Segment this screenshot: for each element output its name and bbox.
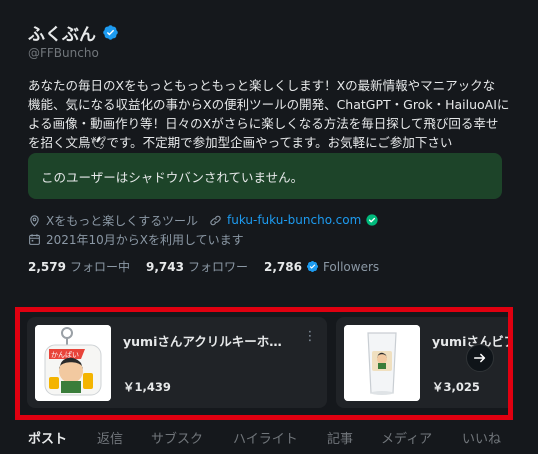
product-card[interactable]: かんぱい yumiさんアクリルキーホ… ￥1,439 ⋮ [27,317,327,408]
bio-line: を招く文鳥🕊です。不定期で参加型企画やってます。お気軽にご参加下さい [28,135,453,150]
following-label: フォロー中 [69,260,130,274]
tab-likes[interactable]: いいね [462,428,501,447]
tab-articles[interactable]: 記事 [327,428,353,447]
verified-followers-count: 2,786 [263,259,302,274]
shadowban-notice: このユーザーはシャドウバンされていません。 [28,153,502,199]
product-title: yumiさんアクリルキーホ… [123,334,282,349]
following-count: 2,579 [28,259,66,274]
notice-text: このユーザーはシャドウバンされていません。 [41,169,304,185]
profile-header: ふくぶん @FFBuncho あなたの毎日のXをもっともっともっと楽しくします！… [28,20,510,152]
following-stat[interactable]: 2,579 フォロー中 [28,258,130,275]
svg-text:かんぱい: かんぱい [51,351,79,359]
profile-meta: Xをもっと楽しくするツール fuku-fuku-buncho.com 2021年… [28,211,378,248]
followers-stat[interactable]: 9,743 フォロワー [146,258,248,275]
verified-badge-icon [306,260,318,273]
link-icon [210,215,221,225]
name-row: ふくぶん [28,20,508,45]
handle: @FFBuncho [28,46,99,60]
carousel-next-button[interactable] [466,344,494,372]
website-link[interactable]: fuku-fuku-buncho.com [227,213,361,227]
tab-highlights[interactable]: ハイライト [233,428,298,447]
product-image: かんぱい [35,325,111,401]
profile-tabs: ポスト 返信 サブスク ハイライト 記事 メディア いいね [0,420,538,454]
product-image [344,325,420,401]
arrow-right-icon [473,353,486,363]
bio-line: あなたの毎日のXをもっともっともっと楽しくします！Xの最新情報やマニアックな [28,78,496,93]
verified-followers-label: Followers [322,259,380,274]
tab-media[interactable]: メディア [381,428,432,447]
beer-glass-image [344,325,420,401]
category-row: Xをもっと楽しくするツール fuku-fuku-buncho.com [28,211,378,229]
tab-subscriptions[interactable]: サブスク [151,428,203,447]
bio-line: 機能、気になる収益化の事からXの便利ツールの開発、ChatGPT・Grok・Ha… [28,97,510,112]
product-price: ￥3,025 [432,380,480,394]
display-name: ふくぶん [28,24,96,45]
calendar-icon [29,233,40,245]
bio-line: よる画像・動画作り等！日々のXがさらに楽しくなる方法を毎日探して飛び回る幸せ [28,116,499,131]
tab-posts[interactable]: ポスト [28,428,67,447]
verified-link-check-icon [366,214,378,226]
location-pin-icon [30,214,39,227]
joined-row: 2021年10月からXを利用しています [28,230,378,248]
shop-carousel: かんぱい yumiさんアクリルキーホ… ￥1,439 ⋮ yumiさんビア ￥3… [20,312,508,415]
product-price: ￥1,439 [123,380,171,394]
joined-text: 2021年10月からXを利用しています [46,232,244,247]
tab-replies[interactable]: 返信 [97,428,123,447]
follow-stats: 2,579 フォロー中 9,743 フォロワー 2,786 Followers [28,258,395,275]
category-text: Xをもっと楽しくするツール [46,213,198,228]
more-options-icon[interactable]: ⋮ [303,329,317,344]
followers-label: フォロワー [187,260,248,274]
verified-followers-stat[interactable]: 2,786 Followers [264,260,379,274]
followers-count: 9,743 [145,259,184,274]
acrylic-keychain-image: かんぱい [35,325,111,401]
bio: あなたの毎日のXをもっともっともっと楽しくします！Xの最新情報やマニアックな 機… [28,76,510,152]
verified-badge-icon[interactable] [102,24,119,41]
